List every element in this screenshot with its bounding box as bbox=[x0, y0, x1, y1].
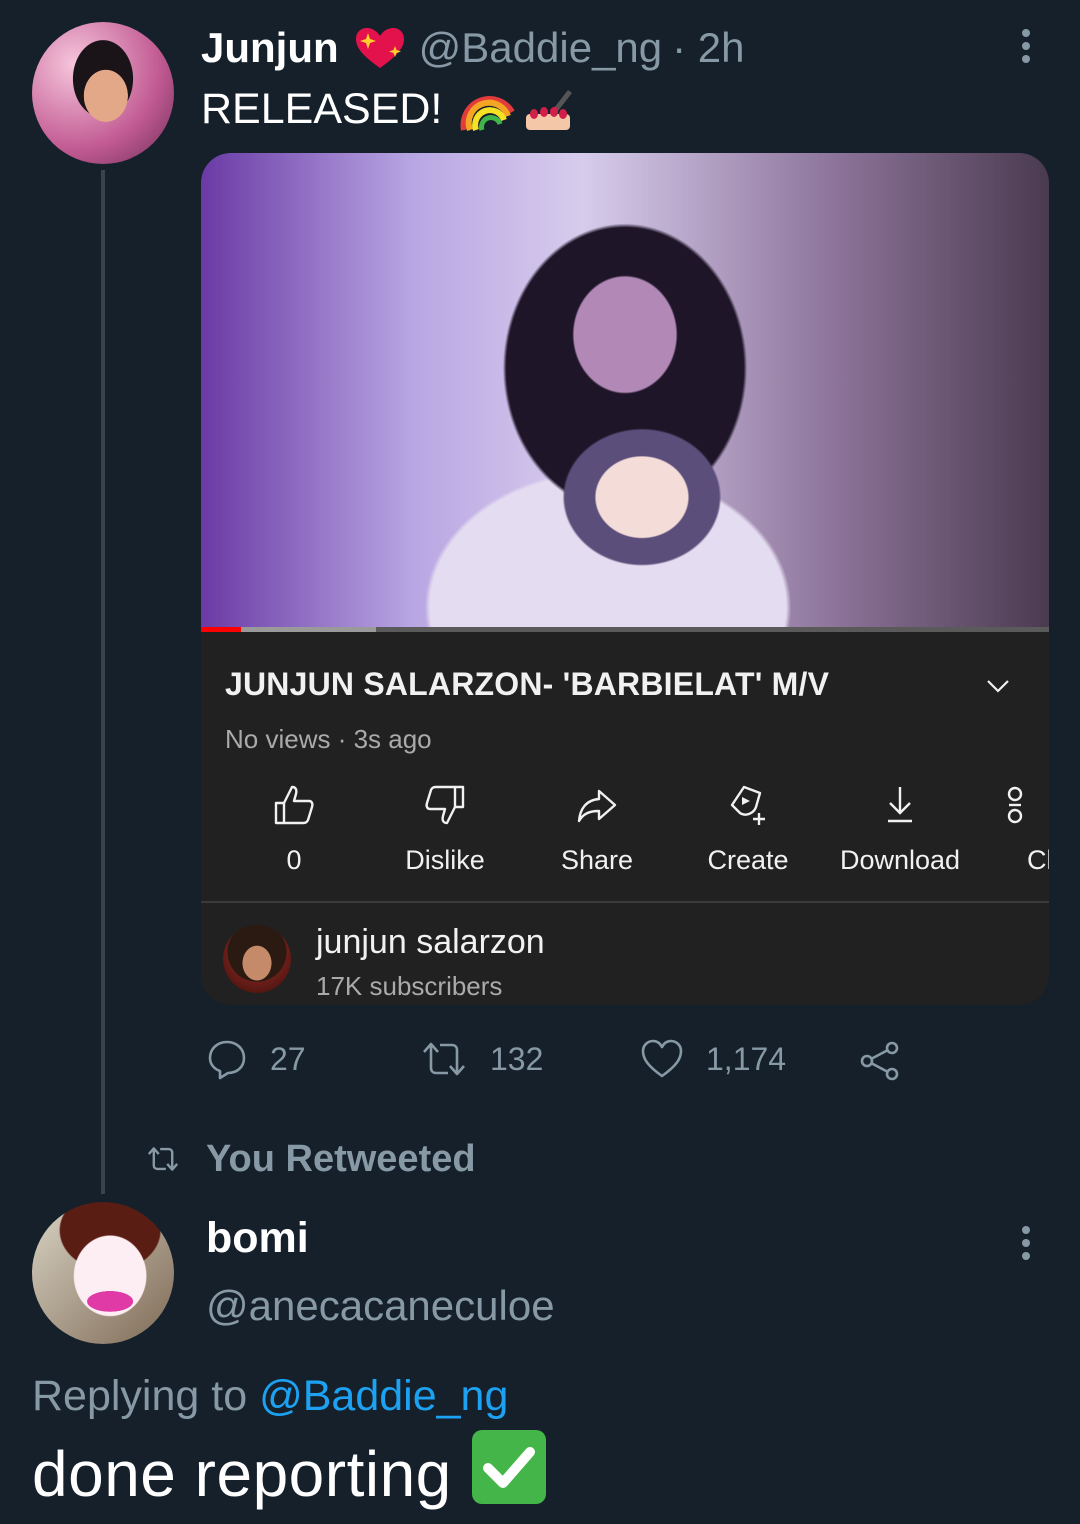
rainbow-emoji bbox=[460, 96, 515, 132]
avatar-bomi[interactable] bbox=[32, 1202, 174, 1344]
tweet1-body: RELEASED! bbox=[201, 84, 576, 134]
replying-prefix: Replying to bbox=[32, 1372, 248, 1420]
channel-avatar[interactable] bbox=[223, 925, 291, 993]
download-action[interactable]: Download bbox=[825, 783, 975, 876]
dislike-action[interactable]: Dislike bbox=[370, 783, 520, 876]
youtube-screenshot-card[interactable]: JUNJUN SALARZON- 'BARBIELAT' M/V No view… bbox=[201, 153, 1049, 1005]
heart-icon bbox=[641, 1039, 683, 1078]
create-icon bbox=[730, 785, 765, 825]
retweet-icon bbox=[423, 1042, 465, 1076]
download-label: Download bbox=[839, 845, 961, 875]
dislike-label: Dislike bbox=[405, 845, 485, 875]
retweeted-indicator-icon bbox=[147, 1147, 179, 1171]
share-arrow-icon bbox=[577, 789, 617, 823]
retweet-action[interactable]: 132 bbox=[420, 1038, 543, 1080]
video-progress-buffer bbox=[241, 627, 376, 632]
channel-name[interactable]: junjun salarzon bbox=[316, 923, 545, 962]
share-label: Share bbox=[560, 845, 634, 875]
share-action[interactable]: Share bbox=[522, 783, 672, 876]
video-frame[interactable] bbox=[201, 153, 1049, 631]
thread-line bbox=[101, 170, 105, 1194]
channel-subscribers: 17K subscribers bbox=[316, 971, 503, 1001]
thumbs-up-icon bbox=[274, 785, 314, 825]
tweet2-author-name[interactable]: bomi bbox=[206, 1214, 309, 1263]
avatar-junjun[interactable] bbox=[32, 22, 174, 164]
tweet1-timestamp[interactable]: · 2h bbox=[672, 24, 744, 72]
share-tweet-action[interactable] bbox=[858, 1040, 902, 1087]
tweet2-more-icon[interactable] bbox=[1016, 1225, 1036, 1266]
chevron-down-icon[interactable] bbox=[985, 673, 1011, 699]
clip-action[interactable]: Cl bbox=[973, 783, 1049, 876]
like-count-tweet: 1,174 bbox=[706, 1040, 787, 1077]
tweet2-body: done reporting bbox=[32, 1430, 546, 1511]
video-meta: No views · 3s ago bbox=[225, 724, 432, 754]
replying-to: Replying to @Baddie_ng bbox=[32, 1372, 508, 1421]
heart-sparkle-emoji bbox=[355, 28, 404, 68]
video-progress-fill bbox=[201, 627, 241, 632]
create-action[interactable]: Create bbox=[673, 783, 823, 876]
tweet1-author-name[interactable]: Junjun bbox=[201, 24, 339, 72]
tweet2-text: done reporting bbox=[32, 1438, 452, 1510]
tweet1-text: RELEASED! bbox=[201, 84, 443, 133]
video-title: JUNJUN SALARZON- 'BARBIELAT' M/V bbox=[225, 666, 830, 702]
tweet1-header: Junjun @Baddie_ng · 2h bbox=[201, 24, 745, 72]
check-mark-emoji bbox=[471, 1430, 546, 1504]
clip-icon bbox=[1007, 786, 1023, 824]
share-icon bbox=[860, 1041, 899, 1081]
clip-label: Cl bbox=[1027, 845, 1049, 875]
nail-polish-emoji bbox=[526, 90, 573, 130]
reply-action[interactable]: 27 bbox=[206, 1038, 306, 1080]
like-count: 0 bbox=[286, 845, 302, 875]
tweet1-more-icon[interactable] bbox=[1016, 28, 1036, 64]
download-icon bbox=[888, 787, 912, 823]
like-tweet-action[interactable]: 1,174 bbox=[640, 1038, 786, 1080]
card-divider bbox=[201, 901, 1049, 903]
reply-icon bbox=[208, 1040, 246, 1080]
you-retweeted-label: You Retweeted bbox=[206, 1138, 476, 1180]
like-action[interactable]: 0 bbox=[219, 783, 369, 876]
replying-handle-link[interactable]: @Baddie_ng bbox=[259, 1372, 508, 1420]
reply-count: 27 bbox=[270, 1040, 306, 1077]
tweet1-author-handle[interactable]: @Baddie_ng bbox=[419, 24, 663, 72]
thumbs-down-icon bbox=[425, 785, 465, 825]
tweet2-author-handle[interactable]: @anecacaneculoe bbox=[206, 1282, 555, 1330]
retweet-count: 132 bbox=[490, 1040, 544, 1077]
create-label: Create bbox=[707, 845, 789, 875]
